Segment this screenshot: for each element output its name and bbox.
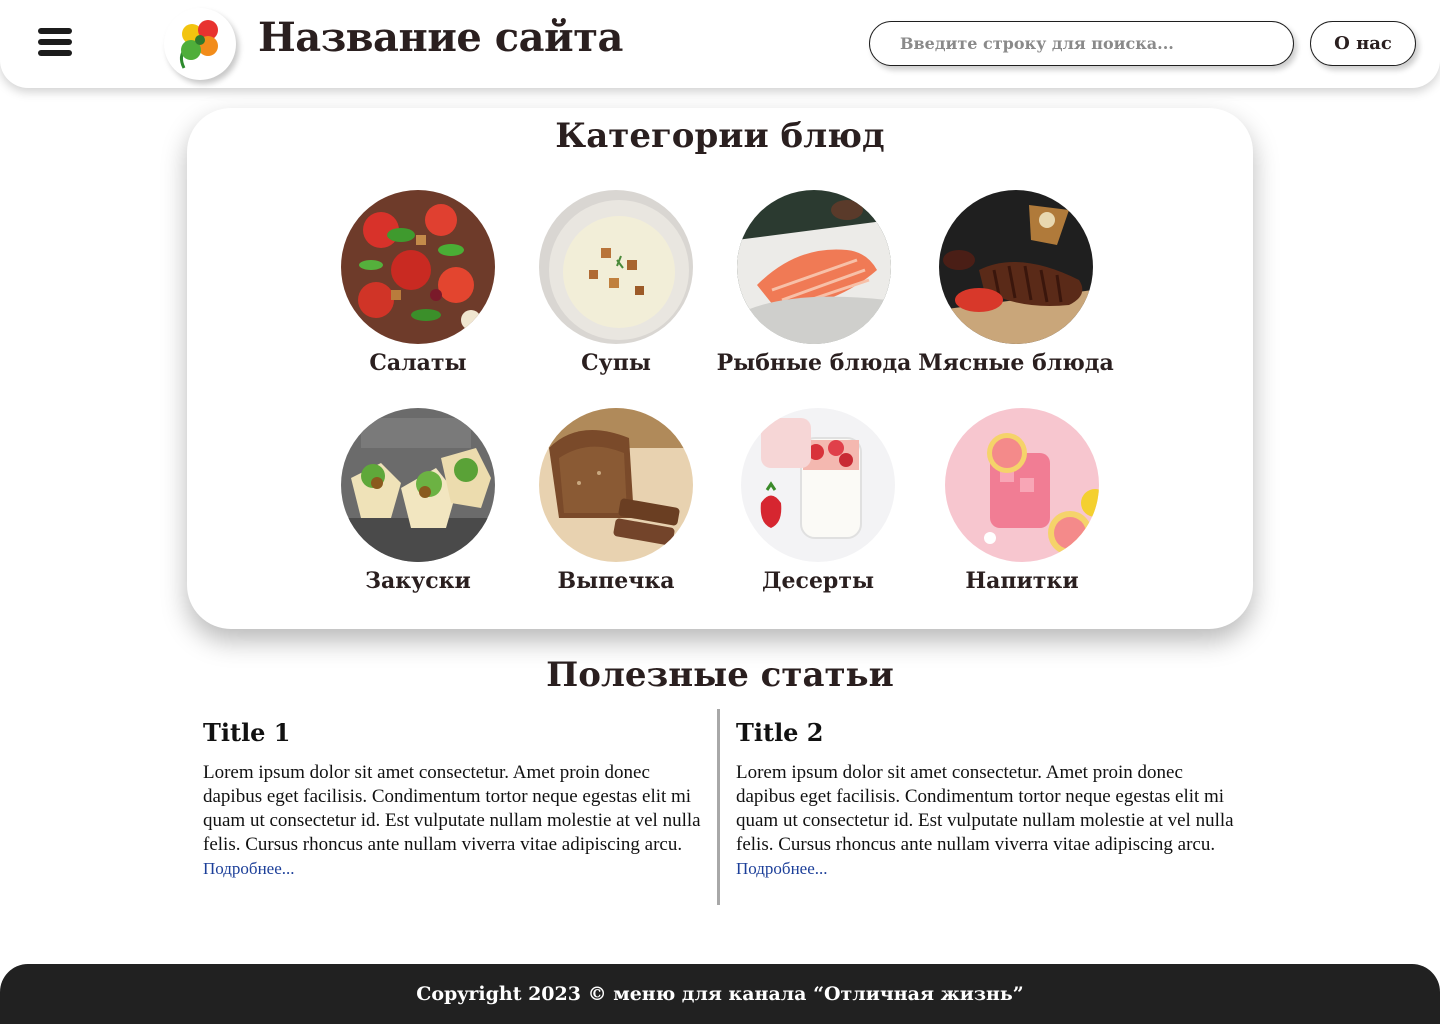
category-label: Салаты <box>369 350 467 376</box>
category-label: Десерты <box>761 568 875 594</box>
article-title[interactable]: Title 2 <box>736 718 1236 747</box>
category-label: Выпечка <box>557 568 675 594</box>
soup-photo[interactable] <box>539 190 693 344</box>
fish-photo[interactable] <box>737 190 891 344</box>
categories-card: Категории блюд Салаты Супы Рыбные блюда … <box>187 108 1253 629</box>
category-label: Напитки <box>965 568 1079 594</box>
logo-icon[interactable] <box>164 8 236 80</box>
site-title[interactable]: Название сайта <box>258 14 623 61</box>
bread-photo[interactable] <box>539 408 693 562</box>
article-divider <box>717 709 720 905</box>
appetizer-photo[interactable] <box>341 408 495 562</box>
article-card: Title 2 Lorem ipsum dolor sit amet conse… <box>736 718 1236 881</box>
articles-title: Полезные статьи <box>546 655 894 695</box>
category-label: Мясные блюда <box>918 350 1114 376</box>
category-label: Супы <box>581 350 651 376</box>
article-text: Lorem ipsum dolor sit amet consectetur. … <box>736 761 1236 881</box>
copyright-text: Copyright 2023 © меню для канала “Отличн… <box>416 983 1024 1005</box>
dessert-photo[interactable] <box>741 408 895 562</box>
article-body: Lorem ipsum dolor sit amet consectetur. … <box>203 762 701 855</box>
article-title[interactable]: Title 1 <box>203 718 703 747</box>
article-text: Lorem ipsum dolor sit amet consectetur. … <box>203 761 703 881</box>
site-header: Название сайта О нас <box>0 0 1440 88</box>
category-label: Рыбные блюда <box>716 350 912 376</box>
menu-icon[interactable] <box>38 28 72 56</box>
category-label: Закуски <box>365 568 471 594</box>
site-footer: Copyright 2023 © меню для канала “Отличн… <box>0 964 1440 1024</box>
article-body: Lorem ipsum dolor sit amet consectetur. … <box>736 762 1234 855</box>
read-more-link[interactable]: Подробнее... <box>736 859 828 878</box>
categories-title: Категории блюд <box>555 116 885 156</box>
meat-photo[interactable] <box>939 190 1093 344</box>
about-button[interactable]: О нас <box>1310 21 1416 66</box>
search-input[interactable] <box>869 21 1294 66</box>
read-more-link[interactable]: Подробнее... <box>203 859 295 878</box>
article-card: Title 1 Lorem ipsum dolor sit amet conse… <box>203 718 703 881</box>
drink-photo[interactable] <box>945 408 1099 562</box>
salad-photo[interactable] <box>341 190 495 344</box>
